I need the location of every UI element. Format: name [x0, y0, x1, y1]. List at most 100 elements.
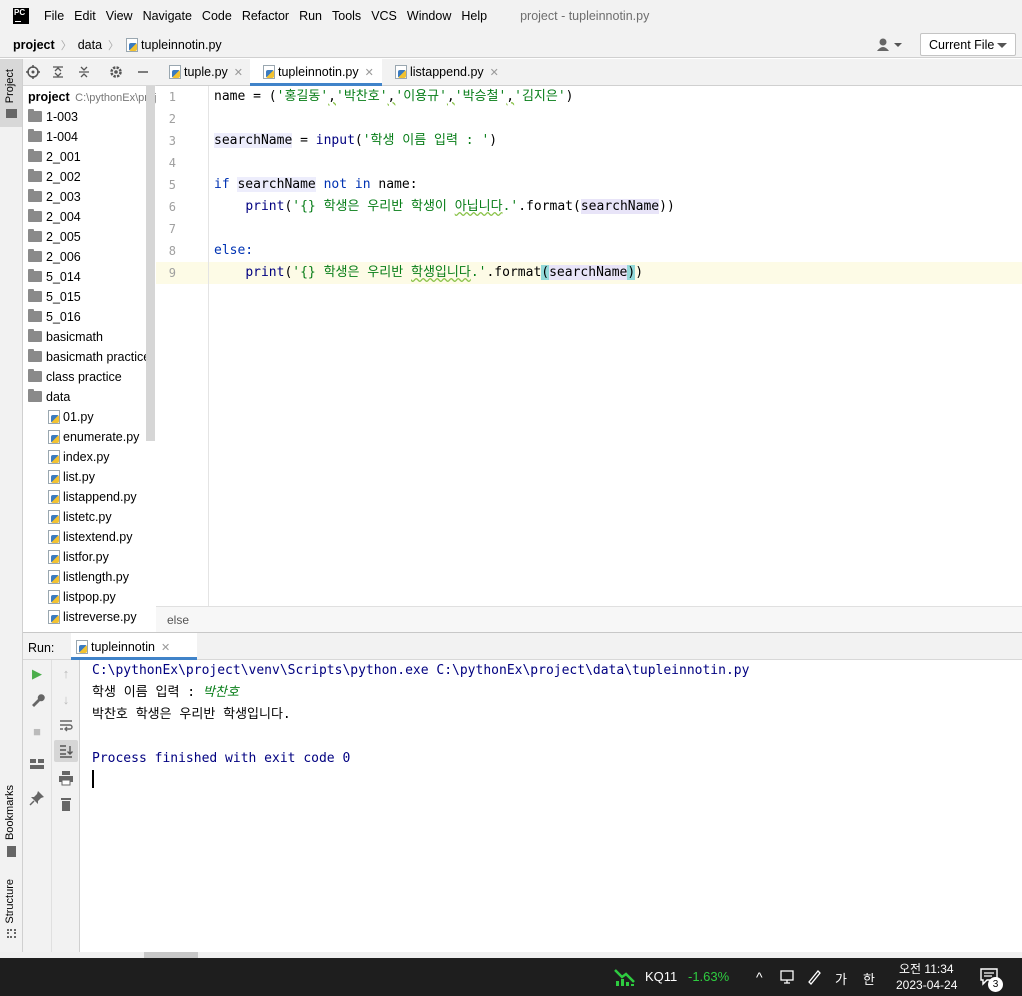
hide-icon[interactable] [136, 65, 150, 79]
menu-run[interactable]: Run [294, 9, 327, 23]
account-icon[interactable] [876, 37, 904, 53]
stock-ticker[interactable]: KQ11 [645, 969, 677, 984]
folder-icon [28, 109, 42, 122]
tree-folder[interactable]: class practice [28, 367, 122, 387]
scroll-to-end-icon[interactable] [58, 743, 74, 759]
tree-file[interactable]: listlength.py [47, 567, 129, 587]
tree-folder[interactable]: 2_004 [28, 207, 81, 227]
tree-folder[interactable]: 1-004 [28, 127, 78, 147]
line-number: 4 [168, 156, 176, 170]
tab-listappend[interactable]: listappend.py ✕ [382, 59, 502, 86]
ime-mode-han[interactable]: 한 [863, 969, 875, 988]
editor-breadcrumb-item[interactable]: else [167, 613, 189, 627]
menu-tools[interactable]: Tools [327, 9, 366, 23]
tab-tupleinnotin[interactable]: tupleinnotin.py ✕ [250, 59, 382, 86]
tree-file[interactable]: listappend.py [47, 487, 137, 507]
code-string: '{} 학생은 우리반 학생이 [292, 199, 455, 214]
console-user-input: 박찬호 [202, 685, 239, 700]
structure-tool-tab[interactable]: Structure [2, 875, 18, 928]
line-number: 8 [168, 244, 176, 258]
code-string: '홍길동' [276, 89, 329, 104]
trash-icon[interactable] [58, 796, 74, 812]
menu-bar: PC File Edit View Navigate Code Refactor… [0, 0, 1022, 32]
python-file-icon [47, 530, 60, 544]
arrow-up-icon[interactable]: ↑ [58, 666, 74, 682]
tree-folder-label: class practice [46, 370, 122, 384]
close-icon[interactable]: ✕ [161, 642, 170, 654]
tree-folder[interactable]: basicmath practice [28, 347, 150, 367]
breadcrumb-file[interactable]: tupleinnotin.py [141, 38, 222, 52]
tree-root[interactable]: project C:\pythonEx\project [28, 87, 156, 107]
run-console[interactable]: C:\pythonEx\project\venv\Scripts\python.… [81, 660, 1022, 952]
breadcrumb-data[interactable]: data [78, 38, 102, 52]
python-file-icon [47, 610, 60, 624]
tree-folder[interactable]: basicmath [28, 327, 103, 347]
tree-file[interactable]: listextend.py [47, 527, 132, 547]
run-tab-tupleinnotin[interactable]: tupleinnotin ✕ [71, 633, 197, 660]
gear-icon[interactable] [109, 65, 123, 79]
tree-file[interactable]: index.py [47, 447, 110, 467]
project-tree-scrollbar[interactable] [146, 86, 155, 441]
clock-date[interactable]: 2023-04-24 [896, 978, 957, 992]
chevron-up-icon[interactable]: ^ [756, 969, 763, 985]
menu-code[interactable]: Code [197, 9, 237, 23]
tree-folder[interactable]: 2_003 [28, 187, 81, 207]
clock-time[interactable]: 오전 11:34 [899, 960, 954, 977]
breadcrumb-project[interactable]: project [13, 38, 55, 52]
close-icon[interactable]: ✕ [365, 67, 374, 79]
menu-help[interactable]: Help [456, 9, 492, 23]
wrench-icon[interactable] [29, 692, 45, 708]
code-line-3: searchName = input('학생 이름 입력 : ') [214, 130, 497, 152]
print-icon[interactable] [58, 770, 74, 786]
code-token: ) [635, 265, 644, 280]
folder-icon [28, 369, 42, 382]
menu-file[interactable]: File [39, 9, 69, 23]
tree-file[interactable]: listpop.py [47, 587, 116, 607]
tree-folder[interactable]: 5_014 [28, 267, 81, 287]
menu-edit[interactable]: Edit [69, 9, 101, 23]
close-icon[interactable]: ✕ [490, 67, 499, 79]
layout-icon[interactable] [29, 756, 45, 772]
tree-file[interactable]: listfor.py [47, 547, 109, 567]
pin-icon[interactable] [29, 790, 45, 806]
collapse-all-icon[interactable] [77, 65, 91, 79]
rerun-icon[interactable]: ▶ [29, 666, 45, 682]
tree-folder[interactable]: 2_002 [28, 167, 81, 187]
tree-folder[interactable]: 2_006 [28, 247, 81, 267]
soft-wrap-icon[interactable] [58, 718, 74, 734]
code-editor[interactable]: name = ('홍길동','박찬호','이용규','박승철','김지은') s… [209, 86, 1022, 606]
tree-file[interactable]: 01.py [47, 407, 94, 427]
locate-icon[interactable] [26, 65, 40, 79]
arrow-down-icon[interactable]: ↓ [58, 692, 74, 708]
python-file-icon [394, 65, 407, 79]
project-tool-tab[interactable]: Project [2, 65, 18, 107]
menu-vcs[interactable]: VCS [366, 9, 402, 23]
tree-folder[interactable]: 5_016 [28, 307, 81, 327]
tree-folder[interactable]: 5_015 [28, 287, 81, 307]
python-file-icon [262, 65, 275, 79]
close-icon[interactable]: ✕ [234, 67, 243, 79]
tree-folder[interactable]: 2_005 [28, 227, 81, 247]
pen-icon[interactable] [806, 969, 822, 985]
tree-file[interactable]: listetc.py [47, 507, 112, 527]
bookmarks-tool-tab[interactable]: Bookmarks [2, 781, 18, 844]
stop-icon[interactable]: ■ [29, 724, 45, 740]
tab-tuple[interactable]: tuple.py ✕ [156, 59, 250, 86]
tree-file[interactable]: list.py [47, 467, 95, 487]
run-configuration-select[interactable]: Current File [920, 33, 1016, 56]
menu-window[interactable]: Window [402, 9, 456, 23]
tree-file[interactable]: enumerate.py [47, 427, 139, 447]
ime-mode-ga[interactable]: 가 [835, 969, 847, 988]
expand-all-icon[interactable] [51, 65, 65, 79]
code-variable: searchName [237, 177, 316, 192]
menu-view[interactable]: View [101, 9, 138, 23]
menu-refactor[interactable]: Refactor [237, 9, 294, 23]
tree-file[interactable]: listreverse.py [47, 607, 137, 627]
network-icon[interactable] [779, 969, 795, 985]
tree-folder[interactable]: 1-003 [28, 107, 78, 127]
menu-navigate[interactable]: Navigate [138, 9, 197, 23]
stock-chart-icon[interactable] [614, 967, 636, 987]
tree-folder[interactable]: 2_001 [28, 147, 81, 167]
code-token: name: [370, 177, 418, 192]
tree-folder[interactable]: data [28, 387, 70, 407]
